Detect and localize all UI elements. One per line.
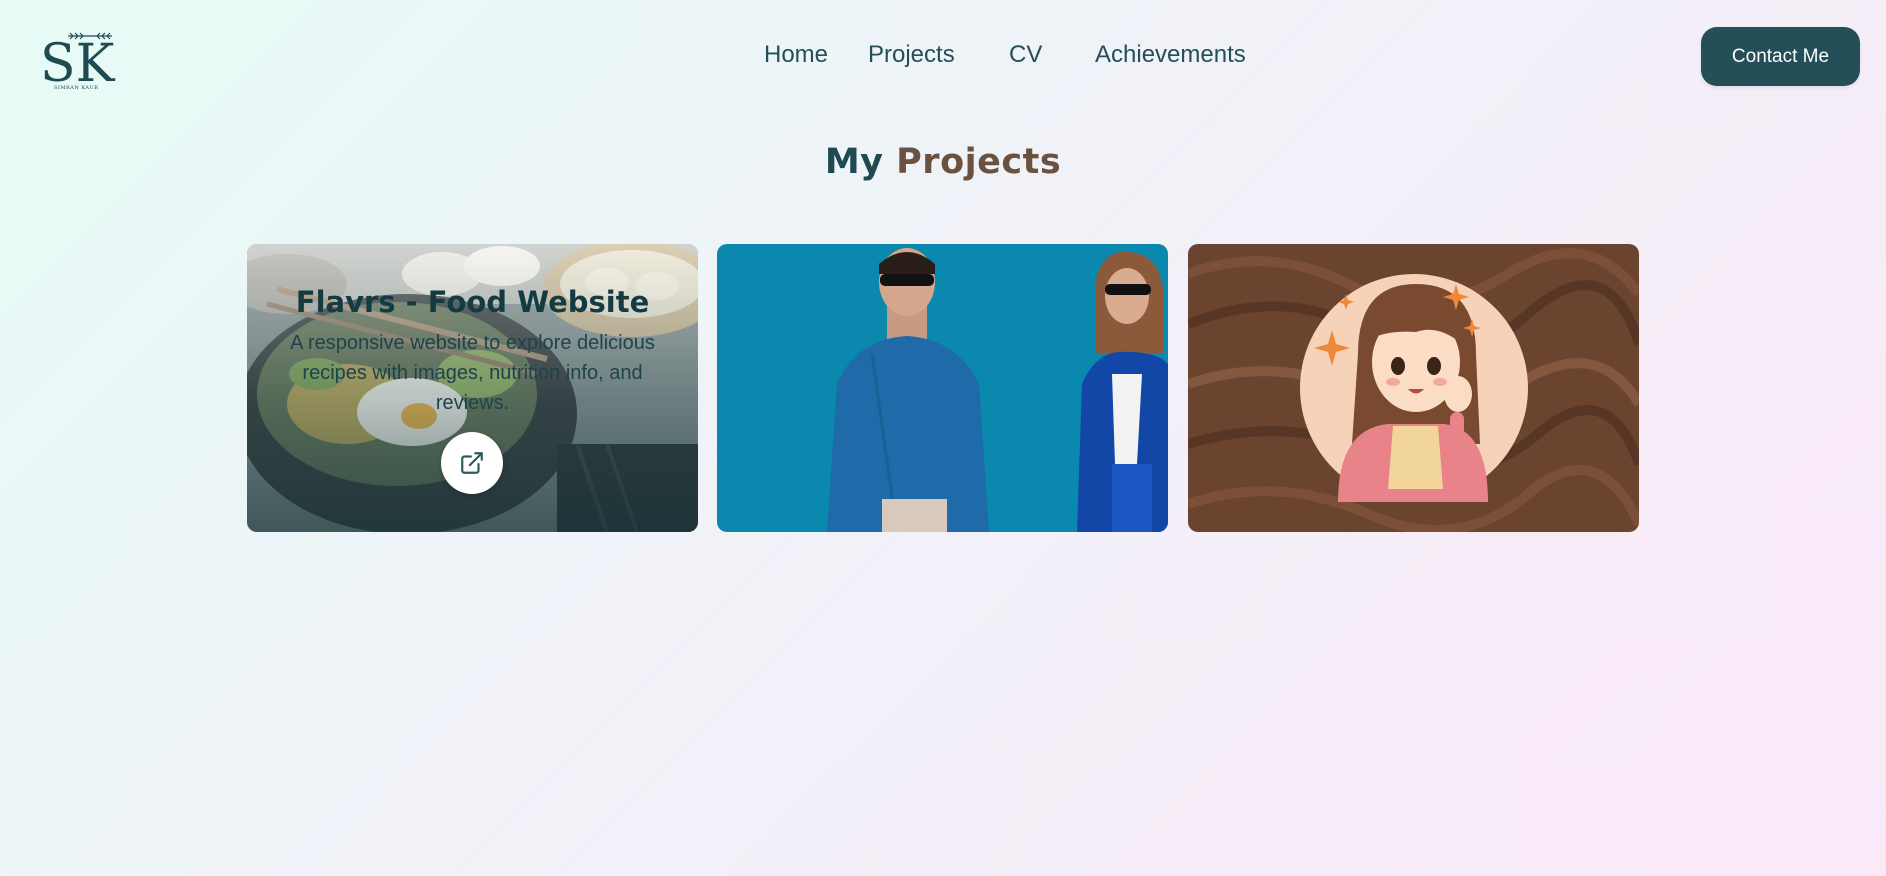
anime-girl-waving-illustration <box>1188 244 1639 532</box>
title-part-projects: Projects <box>896 142 1062 182</box>
title-part-my: My <box>824 142 884 182</box>
main-nav: Home Projects CV Achievements <box>0 38 1886 72</box>
fashion-models-photo <box>717 244 1168 532</box>
project-link-button[interactable] <box>441 432 503 494</box>
project-title: Flavrs - Food Website <box>295 285 650 319</box>
project-card-illustration[interactable] <box>1188 244 1639 532</box>
nav-projects[interactable]: Projects <box>868 38 955 72</box>
nav-home[interactable]: Home <box>764 38 828 72</box>
project-card-flavrs[interactable]: Flavrs - Food Website A responsive websi… <box>247 244 698 532</box>
contact-me-button[interactable]: Contact Me <box>1701 27 1860 86</box>
nav-cv[interactable]: CV <box>1009 38 1042 72</box>
external-link-icon <box>461 452 483 474</box>
page-title: My Projects <box>0 138 1886 186</box>
nav-achievements[interactable]: Achievements <box>1095 38 1246 72</box>
project-card-fashion[interactable] <box>717 244 1168 532</box>
svg-text:SIMRAN KAUR: SIMRAN KAUR <box>54 85 98 91</box>
project-description: A responsive website to explore deliciou… <box>290 332 655 414</box>
